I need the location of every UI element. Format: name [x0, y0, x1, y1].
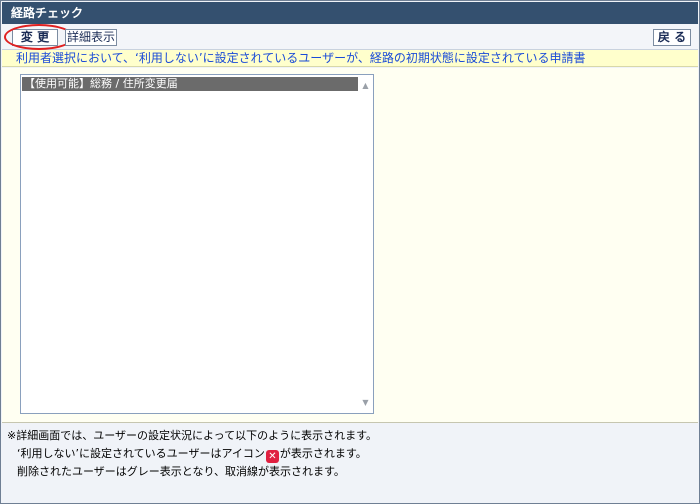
content-area: 【使用可能】総務 / 住所変更届 ▲ ▼ — [2, 68, 698, 423]
footnote-line-2-after: が表示されます。 — [279, 447, 367, 460]
highlight-circle — [4, 24, 74, 50]
list-item[interactable]: 【使用可能】総務 / 住所変更届 — [22, 77, 358, 91]
route-check-window: 経路チェック 変 更 詳細表示 戻 る 利用者選択において、‘利用しない’に設定… — [0, 0, 700, 504]
scroll-up-icon[interactable]: ▲ — [360, 81, 371, 91]
footnote-line-3: 削除されたユーザーはグレー表示となり、取消線が表示されます。 — [17, 465, 345, 478]
application-form-listbox[interactable]: 【使用可能】総務 / 住所変更届 ▲ ▼ — [20, 74, 374, 414]
footnote: ※詳細画面では、ユーザーの設定状況によって以下のように表示されます。 ‘利用しな… — [7, 427, 693, 481]
footnote-line-2: ‘利用しない’に設定されているユーザーはアイコン ✕ が表示されます。 — [7, 445, 693, 463]
toolbar: 変 更 詳細表示 戻 る — [2, 24, 698, 50]
window-title: 経路チェック — [2, 2, 698, 24]
footnote-line-1: ※詳細画面では、ユーザーの設定状況によって以下のように表示されます。 — [7, 429, 378, 442]
detail-view-button[interactable]: 詳細表示 — [65, 29, 117, 46]
notice-banner: 利用者選択において、‘利用しない’に設定されているユーザーが、経路の初期状態に設… — [2, 50, 698, 67]
back-button[interactable]: 戻 る — [653, 29, 691, 46]
footnote-line-2-before: ‘利用しない’に設定されているユーザーはアイコン — [17, 447, 265, 460]
x-icon: ✕ — [265, 450, 279, 463]
scroll-down-icon[interactable]: ▼ — [360, 398, 371, 408]
